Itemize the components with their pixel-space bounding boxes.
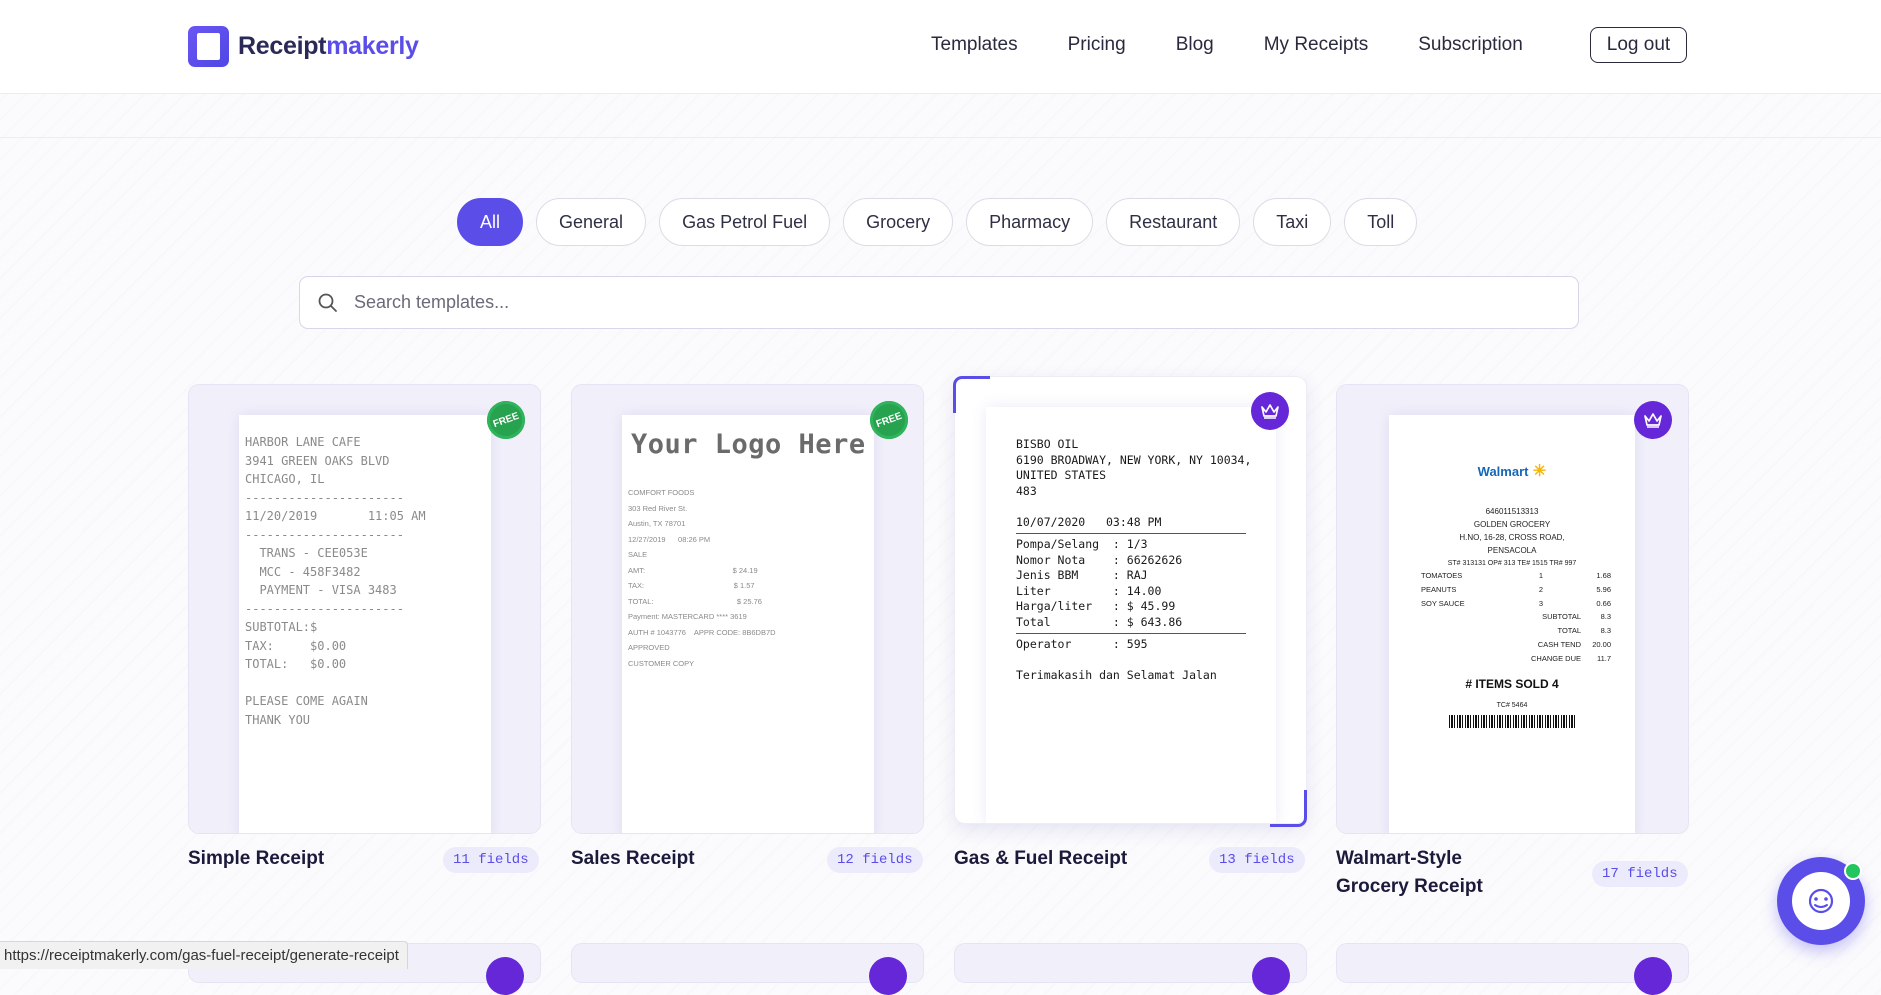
crown-icon [1644, 413, 1662, 428]
premium-crown-badge [486, 957, 524, 995]
logo-placeholder: Your Logo Here [631, 429, 866, 460]
fields-count: 12 fields [827, 847, 923, 873]
logout-button[interactable]: Log out [1590, 27, 1687, 63]
premium-crown-badge [1634, 401, 1672, 439]
premium-crown-badge [1251, 392, 1289, 430]
browser-status-url: https://receiptmakerly.com/gas-fuel-rece… [0, 941, 408, 969]
receipt-text: BISBO OIL 6190 BROADWAY, NEW YORK, NY 10… [1016, 437, 1252, 682]
filter-toll[interactable]: Toll [1344, 198, 1418, 246]
nav-subscription[interactable]: Subscription [1418, 30, 1523, 60]
hover-corner-top-left [953, 376, 990, 413]
filter-pharmacy[interactable]: Pharmacy [966, 198, 1094, 246]
receipt-preview: Your Logo Here COMFORT FOODS 303 Red Riv… [622, 415, 874, 833]
items-sold: # ITEMS SOLD 4 [1465, 677, 1559, 691]
premium-crown-badge [1252, 957, 1290, 995]
chat-icon [1792, 872, 1850, 930]
category-filters: All General Gas Petrol Fuel Grocery Phar… [457, 198, 1430, 246]
walmart-logo: Walmart ✳ [1477, 463, 1547, 480]
template-card-partial[interactable] [954, 943, 1307, 995]
tc-number: TC# 5464 [1496, 702, 1528, 709]
main-nav: Templates Pricing Blog My Receipts Subsc… [931, 30, 1573, 60]
crown-icon [1261, 404, 1279, 419]
filter-general[interactable]: General [536, 198, 647, 246]
template-card-sales-receipt[interactable]: Your Logo Here COMFORT FOODS 303 Red Riv… [571, 384, 924, 834]
card-title[interactable]: Sales Receipt [571, 845, 695, 873]
nav-pricing[interactable]: Pricing [1068, 30, 1126, 60]
receipt-preview: HARBOR LANE CAFE 3941 GREEN OAKS BLVD CH… [239, 415, 491, 833]
online-status-dot [1844, 862, 1862, 880]
template-card-simple-receipt[interactable]: HARBOR LANE CAFE 3941 GREEN OAKS BLVD CH… [188, 384, 541, 834]
premium-crown-badge [1634, 957, 1672, 995]
filter-grocery[interactable]: Grocery [843, 198, 954, 246]
card-title[interactable]: Simple Receipt [188, 845, 324, 873]
filter-all[interactable]: All [457, 198, 524, 246]
template-card-partial[interactable] [571, 943, 924, 995]
receipt-text: COMFORT FOODS 303 Red River St. Austin, … [628, 488, 776, 668]
nav-templates[interactable]: Templates [931, 30, 1018, 60]
filter-gas-petrol-fuel[interactable]: Gas Petrol Fuel [659, 198, 831, 246]
search-bar [299, 276, 1579, 329]
card-title[interactable]: Walmart-Style Grocery Receipt [1336, 845, 1536, 901]
filter-restaurant[interactable]: Restaurant [1106, 198, 1241, 246]
fields-count: 13 fields [1209, 847, 1305, 873]
receipt-preview: BISBO OIL 6190 BROADWAY, NEW YORK, NY 10… [986, 407, 1276, 823]
filter-taxi[interactable]: Taxi [1253, 198, 1332, 246]
search-icon [317, 292, 339, 314]
header-subbar [0, 94, 1881, 138]
template-card-partial[interactable] [1336, 943, 1689, 995]
premium-crown-badge [869, 957, 907, 995]
template-card-gas-fuel-receipt[interactable]: BISBO OIL 6190 BROADWAY, NEW YORK, NY 10… [954, 376, 1307, 824]
site-header: Receiptmakerly Templates Pricing Blog My… [0, 0, 1881, 94]
nav-blog[interactable]: Blog [1176, 30, 1214, 60]
brand-name: Receiptmakerly [238, 32, 419, 60]
hover-corner-bottom-right [1270, 790, 1307, 827]
card-title[interactable]: Gas & Fuel Receipt [954, 845, 1127, 873]
search-input[interactable] [352, 291, 1536, 314]
store-header: 646011513313 GOLDEN GROCERY H.NO, 16-28,… [1447, 507, 1577, 567]
fields-count: 17 fields [1592, 861, 1688, 887]
brand-logo[interactable]: Receiptmakerly [188, 26, 419, 67]
receipt-text: HARBOR LANE CAFE 3941 GREEN OAKS BLVD CH… [245, 435, 426, 727]
nav-my-receipts[interactable]: My Receipts [1264, 30, 1369, 60]
template-card-walmart-grocery-receipt[interactable]: Walmart ✳ 646011513313 GOLDEN GROCERY H.… [1336, 384, 1689, 834]
barcode [1449, 715, 1575, 728]
receipt-preview: Walmart ✳ 646011513313 GOLDEN GROCERY H.… [1389, 415, 1635, 833]
fields-count: 11 fields [443, 847, 539, 873]
items-list: TOMATOES 1 1.68 PEANUTS 2 5.96 SOY SAUCE 3 0.6… [1421, 571, 1611, 663]
receipt-logo-icon [188, 26, 229, 67]
